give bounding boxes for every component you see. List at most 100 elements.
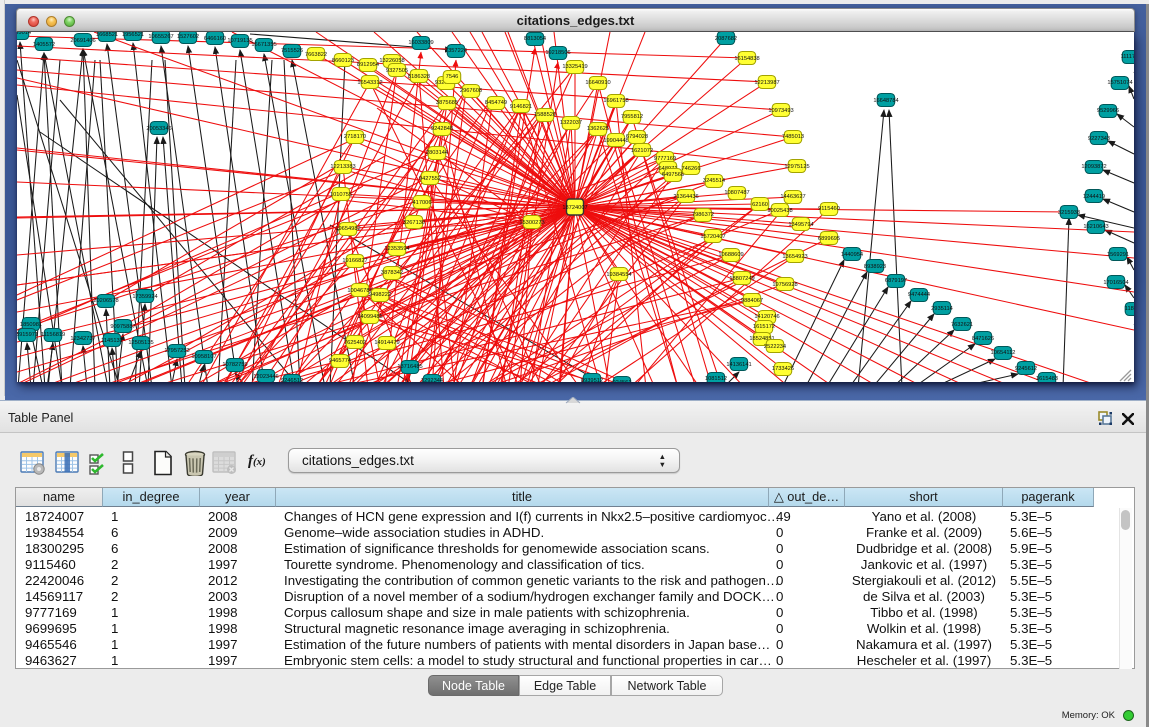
svg-text:20053346: 20053346 [146,126,171,132]
svg-text:3245514: 3245514 [703,178,725,184]
svg-text:10654112: 10654112 [991,350,1016,356]
svg-text:9146821: 9146821 [510,104,532,110]
svg-text:18724007: 18724007 [562,205,587,211]
svg-text:1322037: 1322037 [560,120,582,126]
svg-text:3215938: 3215938 [1058,210,1080,216]
svg-text:19904448: 19904448 [603,138,628,144]
svg-text:12213987: 12213987 [754,80,779,86]
svg-text:14463627: 14463627 [780,194,805,200]
svg-text:2935114: 2935114 [931,306,953,312]
svg-text:1956521: 1956521 [122,32,144,38]
svg-text:16543312: 16543312 [357,80,382,86]
svg-text:9246512: 9246512 [281,378,303,382]
svg-text:10958107: 10958107 [191,354,216,360]
svg-text:18807249: 18807249 [729,276,754,282]
svg-text:90975887: 90975887 [110,324,135,330]
svg-text:2967608: 2967608 [460,88,482,94]
svg-text:7955812: 7955812 [621,114,643,120]
svg-text:1244419: 1244419 [1083,194,1105,200]
svg-text:8471626: 8471626 [972,336,994,342]
svg-text:1588520: 1588520 [534,112,556,118]
svg-text:12505135: 12505135 [128,340,153,346]
svg-text:14136141: 14136141 [726,362,751,368]
svg-text:14914479: 14914479 [374,340,399,346]
svg-text:924561: 924561 [613,380,632,382]
svg-text:19756928: 19756928 [772,282,797,288]
svg-text:13495794: 13495794 [788,222,813,228]
svg-text:10973493: 10973493 [768,108,793,114]
svg-text:7632621: 7632621 [951,322,973,328]
svg-text:1850981: 1850981 [20,322,42,328]
svg-text:62160: 62160 [752,202,768,208]
svg-text:19654982: 19654982 [335,226,360,232]
svg-text:9498222: 9498222 [369,292,391,298]
svg-text:13716485: 13716485 [397,364,422,370]
svg-text:8660123: 8660123 [332,58,354,64]
svg-text:7485013: 7485013 [782,134,804,140]
svg-text:8912954: 8912954 [357,62,379,68]
svg-text:8939512: 8939512 [581,378,603,382]
svg-text:1621072: 1621072 [631,148,653,154]
svg-text:8454749: 8454749 [485,100,507,106]
svg-text:2087682: 2087682 [715,36,737,42]
svg-text:20691406: 20691406 [70,38,95,44]
svg-text:6899695: 6899695 [818,236,840,242]
svg-text:12093872: 12093872 [1081,164,1106,170]
svg-text:8813054: 8813054 [524,36,546,42]
svg-text:2803144: 2803144 [426,150,448,156]
svg-text:1615172: 1615172 [753,324,775,330]
svg-text:7546: 7546 [446,74,459,80]
svg-text:1111742: 1111742 [1121,54,1134,60]
svg-text:10719135: 10719135 [227,38,252,44]
svg-text:3875685: 3875685 [436,100,458,106]
svg-text:16154838: 16154838 [734,56,759,62]
svg-text:7986372: 7986372 [692,212,714,218]
svg-text:12353594: 12353594 [384,246,409,252]
svg-text:1292344: 1292344 [421,378,443,382]
svg-text:1145131: 1145131 [101,338,123,344]
svg-text:7625402: 7625402 [344,340,366,346]
svg-text:9227343: 9227343 [1088,136,1110,142]
svg-text:1405572: 1405572 [33,42,55,48]
svg-text:17016504: 17016504 [1103,280,1128,286]
svg-text:9115460: 9115460 [818,206,840,212]
svg-text:9465774: 9465774 [329,358,351,364]
svg-text:10688609: 10688609 [718,252,743,258]
svg-text:6794028: 6794028 [626,134,648,140]
svg-text:17359924: 17359924 [132,294,157,300]
svg-text:1440954: 1440954 [841,252,863,258]
svg-text:19166827: 19166827 [342,258,367,264]
svg-text:9327505: 9327505 [386,68,408,74]
svg-text:9427552: 9427552 [419,176,441,182]
svg-text:2718170: 2718170 [344,134,366,140]
svg-text:16033809: 16033809 [408,40,433,46]
svg-text:14120746: 14120746 [754,314,779,320]
svg-text:1733426: 1733426 [772,366,794,372]
svg-text:16640910: 16640910 [585,80,610,86]
svg-text:15300273: 15300273 [519,220,544,226]
svg-text:9242848: 9242848 [431,126,453,132]
svg-text:9529966: 9529966 [1097,108,1119,114]
svg-text:19218506: 19218506 [545,50,570,56]
svg-text:12342737: 12342737 [70,336,95,342]
svg-text:12975125: 12975125 [784,164,809,170]
svg-text:13325419: 13325419 [562,64,587,70]
svg-text:3915971: 3915971 [17,332,38,338]
svg-text:10807487: 10807487 [724,190,749,196]
svg-text:1668521: 1668521 [96,32,118,38]
svg-text:16210643: 16210643 [1083,224,1108,230]
svg-text:6879197: 6879197 [885,278,907,284]
svg-text:6466160: 6466160 [204,36,226,42]
svg-text:7515526: 7515526 [281,48,303,54]
svg-text:1010755: 1010755 [330,192,352,198]
svg-text:15751074: 15751074 [1107,80,1132,86]
svg-text:1362625: 1362625 [587,126,609,132]
svg-text:417006: 417006 [413,200,432,206]
svg-text:12213383: 12213383 [330,164,355,170]
svg-text:12023446: 12023446 [253,374,278,380]
svg-text:10782759: 10782759 [222,362,247,368]
svg-text:9884067: 9884067 [741,298,763,304]
svg-text:118753: 118753 [1125,306,1134,312]
svg-text:9474444: 9474444 [908,292,930,298]
svg-text:1569291: 1569291 [1107,252,1129,258]
